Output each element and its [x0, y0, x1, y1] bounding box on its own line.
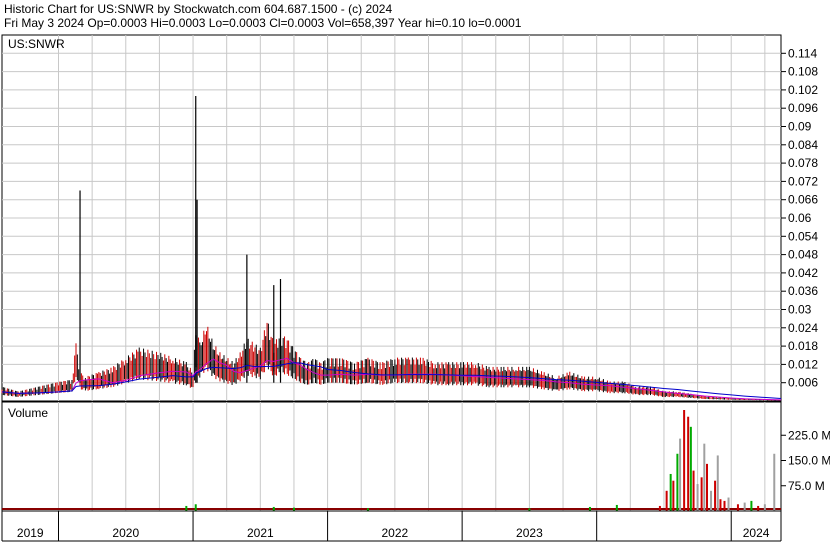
price-ytick-label: 0.048 [788, 248, 818, 262]
volume-bar [658, 505, 661, 511]
x-tick-label: 2021 [247, 526, 274, 540]
price-ytick-label: 0.054 [788, 229, 818, 243]
volume-bar [689, 426, 692, 511]
volume-bar [757, 505, 760, 511]
price-ytick-label: 0.072 [788, 174, 818, 188]
price-ytick-label: 0.012 [788, 357, 818, 371]
volume-bar [665, 490, 668, 511]
volume-bar [706, 463, 709, 511]
x-tick-label: 2023 [516, 526, 543, 540]
volume-bar [696, 484, 699, 511]
chart-header-line2: Fri May 3 2024 Op=0.0003 Hi=0.0003 Lo=0.… [4, 16, 522, 30]
volume-bar [615, 504, 618, 511]
volume-bar [679, 438, 682, 511]
volume-ytick-label: 75.0 M [788, 479, 825, 493]
price-yticks: 0.006 0.012 0.018 0.024 0.03 0.036 0.042 0.048 0… [781, 46, 818, 390]
volume-bar [292, 507, 295, 511]
price-title: US:SNWR [8, 37, 65, 51]
volume-ytick-label: 225.0 M [788, 428, 830, 442]
stock-chart: Historic Chart for US:SNWR by Stockwatch… [1, 2, 830, 542]
volume-bar [727, 497, 730, 511]
volume-bar [683, 410, 686, 511]
volume-bar [714, 480, 717, 511]
volume-title: Volume [8, 406, 48, 420]
x-tick-label: 2020 [112, 526, 139, 540]
volume-bar [687, 416, 690, 511]
x-tick-label: 2019 [17, 526, 44, 540]
price-ytick-label: 0.036 [788, 284, 818, 298]
volume-bar [723, 500, 726, 511]
price-ytick-label: 0.078 [788, 156, 818, 170]
volume-bar [763, 504, 766, 511]
price-ytick-label: 0.06 [788, 211, 812, 225]
volume-bar [750, 500, 753, 511]
price-ytick-label: 0.084 [788, 138, 818, 152]
volume-bar [719, 499, 722, 511]
price-ytick-label: 0.09 [788, 120, 812, 134]
volume-bar [669, 473, 672, 511]
volume-yticks: 75.0 M 150.0 M 225.0 M [781, 428, 830, 493]
volume-bar [676, 453, 679, 511]
volume-bar [588, 506, 591, 511]
volume-bar [185, 505, 188, 511]
price-ytick-label: 0.024 [788, 321, 818, 335]
volume-bar [194, 504, 197, 511]
price-panel: 0.006 0.012 0.018 0.024 0.03 0.036 0.042 0.048 0… [1, 34, 818, 402]
chart-header-line1: Historic Chart for US:SNWR by Stockwatch… [4, 2, 392, 16]
volume-panel: 75.0 M 150.0 M 225.0 M Volume [1, 401, 830, 512]
volume-bar [272, 506, 275, 511]
volume-bar [692, 470, 695, 511]
price-ytick-label: 0.03 [788, 303, 812, 317]
volume-bar [736, 504, 739, 511]
volume-bar [703, 443, 706, 511]
volume-bar [672, 480, 675, 511]
x-tick-label: 2022 [382, 526, 409, 540]
price-ytick-label: 0.114 [788, 46, 817, 60]
volume-bar [700, 477, 703, 511]
price-ytick-label: 0.018 [788, 339, 818, 353]
price-ytick-label: 0.096 [788, 101, 818, 115]
volume-bar [743, 502, 746, 511]
price-ytick-label: 0.006 [788, 376, 818, 390]
x-tick-label: 2024 [743, 526, 770, 540]
price-ytick-label: 0.042 [788, 266, 818, 280]
price-ytick-label: 0.108 [788, 65, 818, 79]
price-grid [2, 35, 781, 401]
volume-bar [716, 455, 719, 511]
price-ytick-label: 0.066 [788, 193, 818, 207]
x-axis: 2019 2020 2021 2022 2023 2024 [1, 510, 782, 542]
volume-bar [773, 453, 776, 511]
price-ytick-label: 0.102 [788, 83, 818, 97]
volume-bar [710, 490, 713, 511]
volume-ytick-label: 150.0 M [788, 454, 830, 468]
